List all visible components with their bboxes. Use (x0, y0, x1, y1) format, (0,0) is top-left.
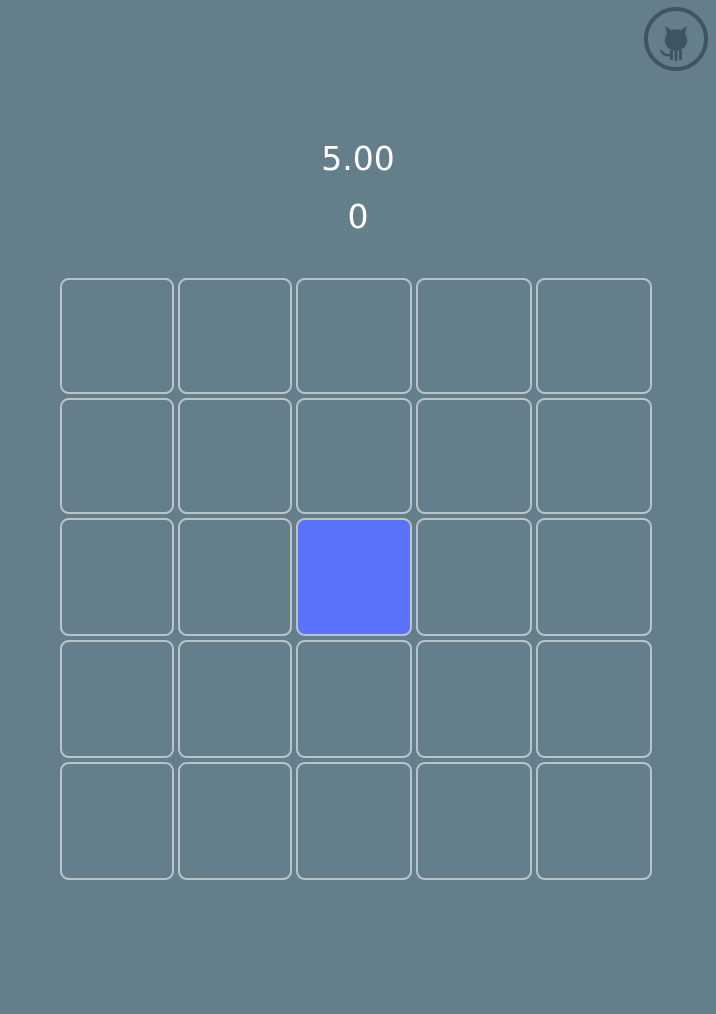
grid-cell[interactable] (416, 640, 532, 758)
grid-cell[interactable] (536, 518, 652, 636)
grid-cell[interactable] (416, 518, 532, 636)
grid-cell[interactable] (296, 762, 412, 880)
grid-cell[interactable] (178, 640, 292, 758)
grid-cell[interactable] (178, 762, 292, 880)
grid-cell[interactable] (296, 278, 412, 394)
grid-cell[interactable] (536, 278, 652, 394)
game-page: 5.00 0 (0, 0, 716, 1014)
grid-cell[interactable] (536, 398, 652, 514)
grid-cell[interactable] (60, 398, 174, 514)
grid-cell[interactable] (60, 640, 174, 758)
github-link[interactable] (643, 6, 709, 72)
grid-cell[interactable] (416, 398, 532, 514)
grid-cell[interactable] (296, 640, 412, 758)
game-board (60, 278, 652, 880)
grid-cell[interactable] (416, 278, 532, 394)
grid-cell[interactable] (60, 518, 174, 636)
grid-cell[interactable] (296, 398, 412, 514)
score-display: 0 (347, 197, 369, 236)
grid-cell[interactable] (178, 278, 292, 394)
grid-cell[interactable] (536, 640, 652, 758)
timer-display: 5.00 (321, 139, 395, 178)
grid-cell[interactable] (416, 762, 532, 880)
grid-cell[interactable] (536, 762, 652, 880)
grid-cell[interactable] (178, 518, 292, 636)
grid-cell[interactable] (60, 278, 174, 394)
grid-cell[interactable] (178, 398, 292, 514)
github-icon (644, 7, 708, 71)
grid-cell-active[interactable] (296, 518, 412, 636)
grid-cell[interactable] (60, 762, 174, 880)
